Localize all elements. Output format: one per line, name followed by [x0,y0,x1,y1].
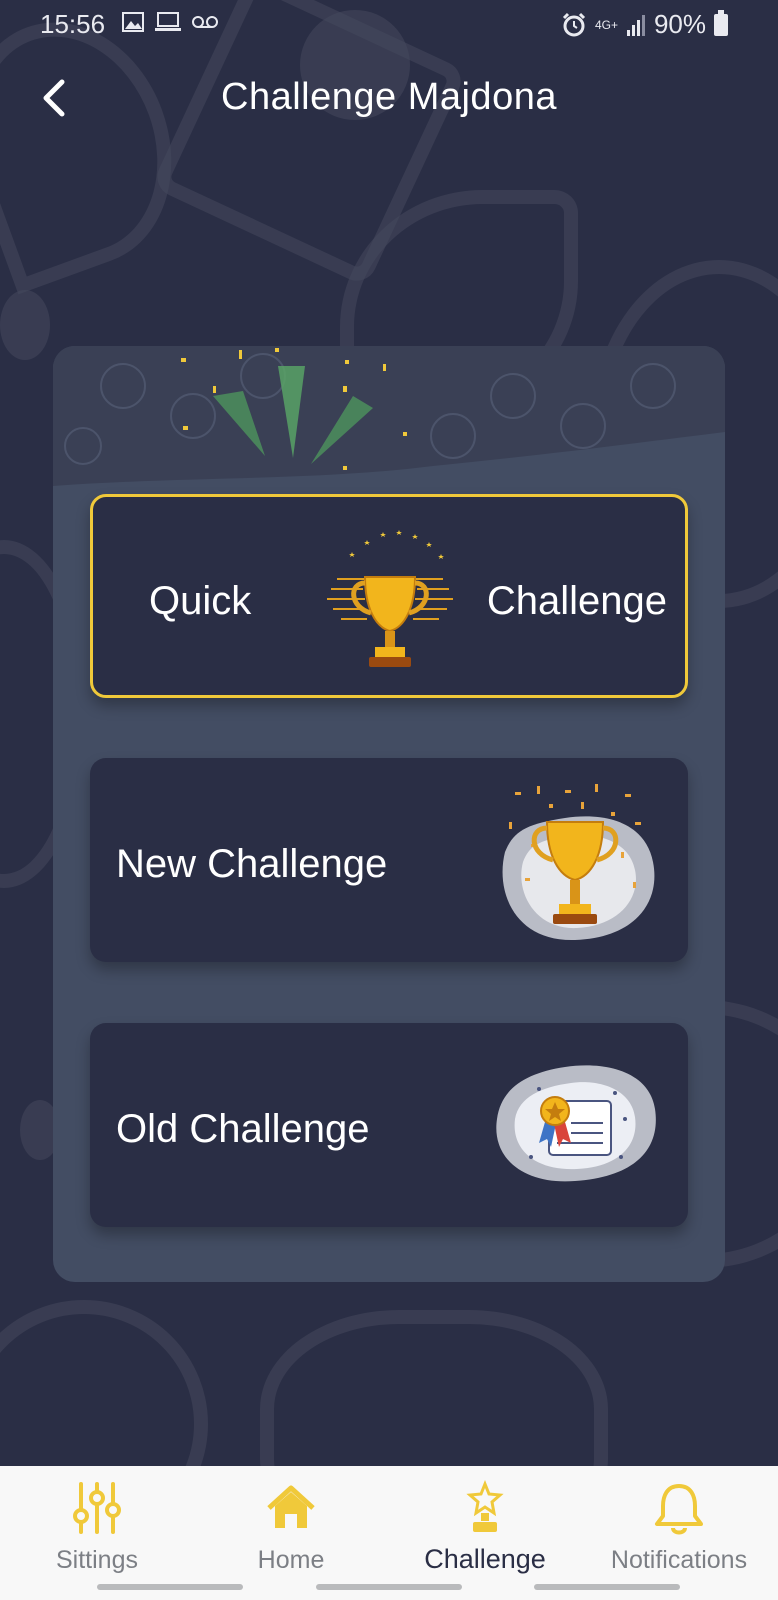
nav-item-home[interactable]: Home [194,1466,388,1576]
image-icon [122,12,144,32]
nav-label-sittings: Sittings [56,1546,138,1574]
bottom-navigation: Sittings Home Challenge Notifications [0,1466,778,1600]
quick-challenge-card[interactable]: Quick Challenge [90,494,688,698]
status-time: 15:56 [40,9,106,39]
nav-item-sittings[interactable]: Sittings [0,1466,194,1576]
gesture-bar-right [534,1584,680,1590]
battery-percent: 90% [653,9,706,39]
nav-item-notifications[interactable]: Notifications [582,1466,776,1576]
home-icon [267,1485,315,1528]
laptop-icon [155,12,181,31]
old-challenge-label: Old Challenge [116,1107,370,1151]
gesture-bar-center [316,1584,462,1590]
alarm-icon [562,12,585,36]
battery-icon [714,9,728,36]
bell-icon [655,1484,703,1535]
quick-challenge-label-left: Quick [149,579,252,623]
new-challenge-label: New Challenge [116,842,388,886]
signal-icon [626,14,645,36]
nav-label-notifications: Notifications [610,1546,748,1574]
old-challenge-card[interactable]: Old Challenge [90,1023,688,1227]
trophy-icon [327,530,453,667]
network-label: 4G+ [594,17,618,32]
quick-challenge-label-right: Challenge [486,579,667,623]
trophy-confetti-icon [502,784,655,941]
certificate-icon [496,1065,656,1182]
nav-label-home: Home [257,1546,325,1574]
celebration-header-art [53,346,725,486]
challenge-panel: Quick Challenge New Challenge Old Challe… [53,346,725,1282]
page-title: Challenge Majdona [221,76,557,118]
voicemail-icon [192,16,218,28]
sliders-icon [73,1482,121,1534]
status-bar: 15:56 4G+ 90% [0,0,778,46]
nav-item-challenge[interactable]: Challenge [388,1466,582,1576]
star-trophy-icon [466,1480,504,1532]
nav-label-challenge: Challenge [424,1544,546,1574]
new-challenge-card[interactable]: New Challenge [90,758,688,962]
gesture-bar-left [97,1584,243,1590]
app-header: Challenge Majdona [0,70,778,130]
